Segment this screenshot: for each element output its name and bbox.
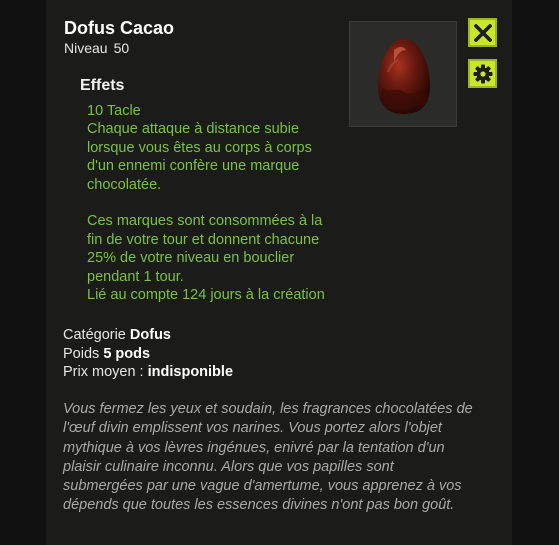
- item-name: Dofus Cacao: [64, 18, 175, 38]
- price-value: indisponible: [147, 364, 234, 380]
- stat-category: Catégorie Dofus: [63, 326, 233, 345]
- close-icon: [473, 23, 492, 42]
- item-image: [349, 21, 457, 127]
- gear-icon: [473, 64, 492, 83]
- effect-tackle: 10 Tacle: [87, 103, 141, 119]
- stat-weight: Poids 5 pods: [63, 345, 233, 364]
- weight-label: Poids: [63, 345, 100, 362]
- close-button[interactable]: [468, 18, 497, 47]
- item-description: Vous fermez les yeux et soudain, les fra…: [63, 401, 473, 514]
- level-value: 50: [113, 40, 130, 56]
- effects-heading: Effets: [80, 77, 125, 94]
- weight-value: 5 pods: [103, 345, 151, 362]
- effect-chocolate-mark: Chaque attaque à distance subie lorsque …: [87, 121, 312, 193]
- item-level: Niveau 50: [64, 40, 129, 56]
- item-stats: Catégorie Dofus Poids 5 pods Prix moyen …: [63, 326, 233, 382]
- effect-mark-consumption: Ces marques sont consommées à la fin de …: [87, 213, 323, 285]
- settings-button[interactable]: [468, 59, 497, 88]
- effects-spacer: [87, 194, 355, 212]
- stat-price: Prix moyen : indisponible: [63, 363, 233, 382]
- effects-list: 10 Tacle Chaque attaque à distance subie…: [87, 102, 355, 304]
- chocolate-egg-icon: [378, 39, 430, 114]
- effect-account-bound: Lié au compte 124 jours à la création: [87, 287, 325, 304]
- level-label: Niveau: [64, 40, 108, 56]
- price-label: Prix moyen :: [63, 364, 144, 380]
- category-value: Dofus: [129, 327, 171, 343]
- category-label: Catégorie: [63, 327, 126, 343]
